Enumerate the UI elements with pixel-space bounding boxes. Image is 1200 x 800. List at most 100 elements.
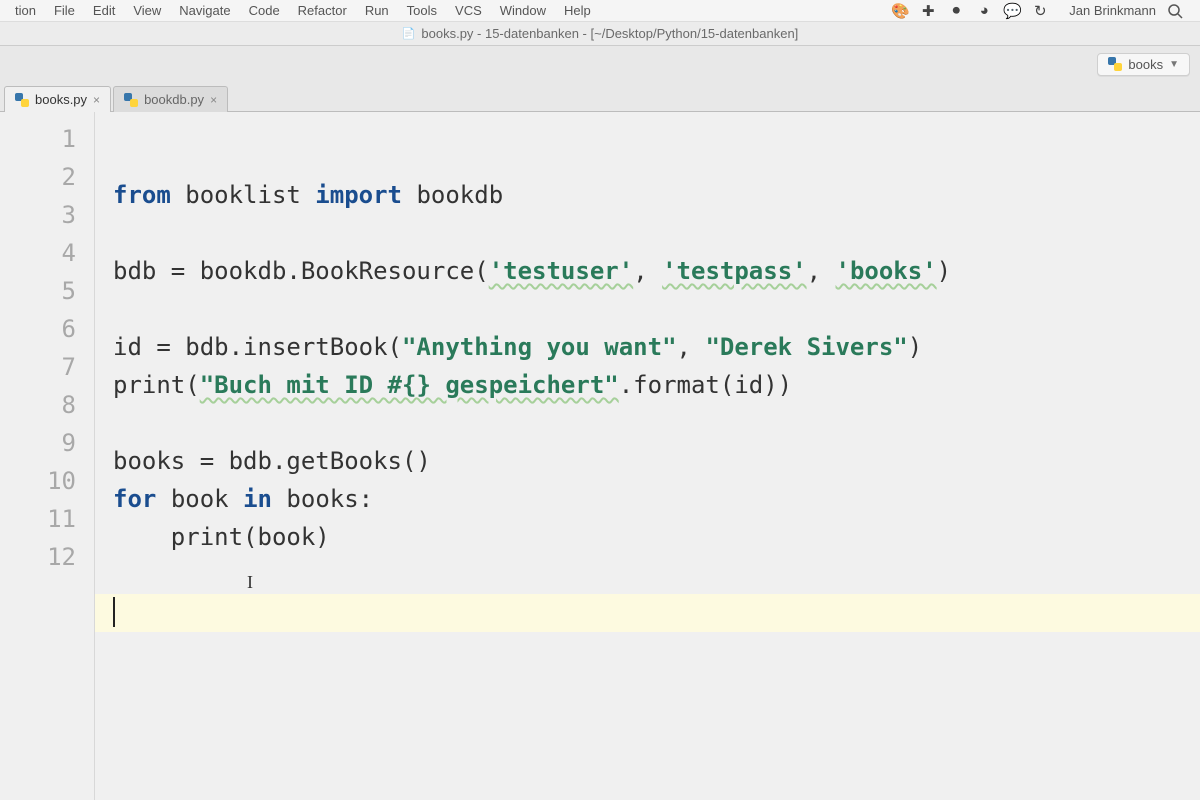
close-icon[interactable]: ×	[210, 93, 217, 107]
search-icon[interactable]	[1166, 2, 1184, 20]
token: from	[113, 181, 171, 209]
palette-icon[interactable]: 🎨	[891, 2, 909, 20]
token	[113, 523, 171, 551]
menu-refactor[interactable]: Refactor	[289, 1, 356, 20]
menubar: tion File Edit View Navigate Code Refact…	[0, 0, 1200, 22]
token: ,	[807, 257, 836, 285]
menu-vcs[interactable]: VCS	[446, 1, 491, 20]
token: ,	[677, 333, 706, 361]
file-icon: 📄	[402, 27, 416, 40]
code-line[interactable]	[113, 214, 1200, 252]
chevron-down-icon: ▼	[1169, 59, 1179, 70]
run-config-label: books	[1128, 57, 1163, 72]
close-icon[interactable]: ×	[93, 93, 100, 107]
caret	[113, 597, 115, 627]
menu-file[interactable]: File	[45, 1, 84, 20]
token	[272, 485, 286, 513]
plus-icon[interactable]: ✚	[919, 2, 937, 20]
code-line[interactable]: books = bdb.getBooks()	[113, 442, 1200, 480]
token: import	[315, 181, 402, 209]
code-line[interactable]: from booklist import bookdb	[113, 176, 1200, 214]
editor-area: 123456789101112 from booklist import boo…	[0, 112, 1200, 800]
menu-window[interactable]: Window	[491, 1, 555, 20]
line-number: 12	[0, 538, 94, 576]
token: )	[937, 257, 951, 285]
token: for	[113, 485, 156, 513]
token	[402, 181, 416, 209]
token: bookdb	[416, 181, 503, 209]
line-number: 6	[0, 310, 94, 348]
token	[171, 181, 185, 209]
menu-code[interactable]: Code	[240, 1, 289, 20]
menu-help[interactable]: Help	[555, 1, 600, 20]
chat-icon[interactable]: 💬	[1003, 2, 1021, 20]
code-line[interactable]: bdb = bookdb.BookResource('testuser', 't…	[113, 252, 1200, 290]
python-icon	[15, 93, 29, 107]
tab-label: books.py	[35, 92, 87, 107]
circle-icon[interactable]: ◕	[975, 2, 993, 20]
token: id = bdb.insertBook(	[113, 333, 402, 361]
gutter: 123456789101112	[0, 112, 95, 800]
line-number: 9	[0, 424, 94, 462]
line-number: 3	[0, 196, 94, 234]
menu-edit[interactable]: Edit	[84, 1, 124, 20]
code-line[interactable]	[95, 594, 1200, 632]
line-number: 8	[0, 386, 94, 424]
token: book	[171, 485, 229, 513]
line-number: 5	[0, 272, 94, 310]
token: ,	[633, 257, 662, 285]
menu-tools[interactable]: Tools	[398, 1, 446, 20]
menu-view[interactable]: View	[124, 1, 170, 20]
run-config-selector[interactable]: books ▼	[1097, 53, 1190, 76]
tab-label: bookdb.py	[144, 92, 204, 107]
token: print(	[113, 371, 200, 399]
window-title: books.py - 15-datenbanken - [~/Desktop/P…	[421, 26, 798, 41]
line-number: 11	[0, 500, 94, 538]
code-line[interactable]: id = bdb.insertBook("Anything you want",…	[113, 328, 1200, 366]
token: "Anything you want"	[402, 333, 677, 361]
menu-item[interactable]: tion	[6, 1, 45, 20]
token: print(book)	[171, 523, 330, 551]
token	[229, 485, 243, 513]
token	[156, 485, 170, 513]
tab-books[interactable]: books.py ×	[4, 86, 111, 112]
line-number: 10	[0, 462, 94, 500]
token: books:	[286, 485, 373, 513]
code-line[interactable]	[113, 556, 1200, 594]
code-line[interactable]	[113, 404, 1200, 442]
token: "Derek Sivers"	[705, 333, 907, 361]
token: booklist	[185, 181, 301, 209]
code-line[interactable]: for book in books:	[113, 480, 1200, 518]
tab-bookdb[interactable]: bookdb.py ×	[113, 86, 228, 112]
token: bdb = bookdb.BookResource(	[113, 257, 489, 285]
python-icon	[1108, 57, 1122, 71]
token: books = bdb.getBooks()	[113, 447, 431, 475]
code-editor[interactable]: from booklist import bookdb bdb = bookdb.…	[95, 112, 1200, 800]
token: 'testpass'	[662, 257, 807, 285]
python-icon	[124, 93, 138, 107]
line-number: 7	[0, 348, 94, 386]
token: )	[908, 333, 922, 361]
line-number: 1	[0, 120, 94, 158]
editor-tabs: books.py × bookdb.py ×	[0, 82, 1200, 112]
menu-run[interactable]: Run	[356, 1, 398, 20]
code-line[interactable]: print("Buch mit ID #{} gespeichert".form…	[113, 366, 1200, 404]
token: 'books'	[836, 257, 937, 285]
token: "Buch mit ID #{} gespeichert"	[200, 371, 619, 399]
toolbar-icons: 🎨 ✚ ⏺ ◕ 💬 ↻	[891, 2, 1059, 20]
code-line[interactable]: print(book)	[113, 518, 1200, 556]
line-number: 2	[0, 158, 94, 196]
line-number: 4	[0, 234, 94, 272]
record-icon[interactable]: ⏺	[947, 2, 965, 20]
token	[301, 181, 315, 209]
menu-navigate[interactable]: Navigate	[170, 1, 239, 20]
token: in	[243, 485, 272, 513]
history-icon[interactable]: ↻	[1031, 2, 1049, 20]
token: 'testuser'	[489, 257, 634, 285]
text-cursor-icon: I	[247, 572, 253, 593]
user-name[interactable]: Jan Brinkmann	[1059, 1, 1166, 20]
code-line[interactable]	[113, 290, 1200, 328]
titlebar: 📄 books.py - 15-datenbanken - [~/Desktop…	[0, 22, 1200, 46]
toolbar-subbar: books ▼	[0, 46, 1200, 82]
token: .format(id))	[619, 371, 792, 399]
